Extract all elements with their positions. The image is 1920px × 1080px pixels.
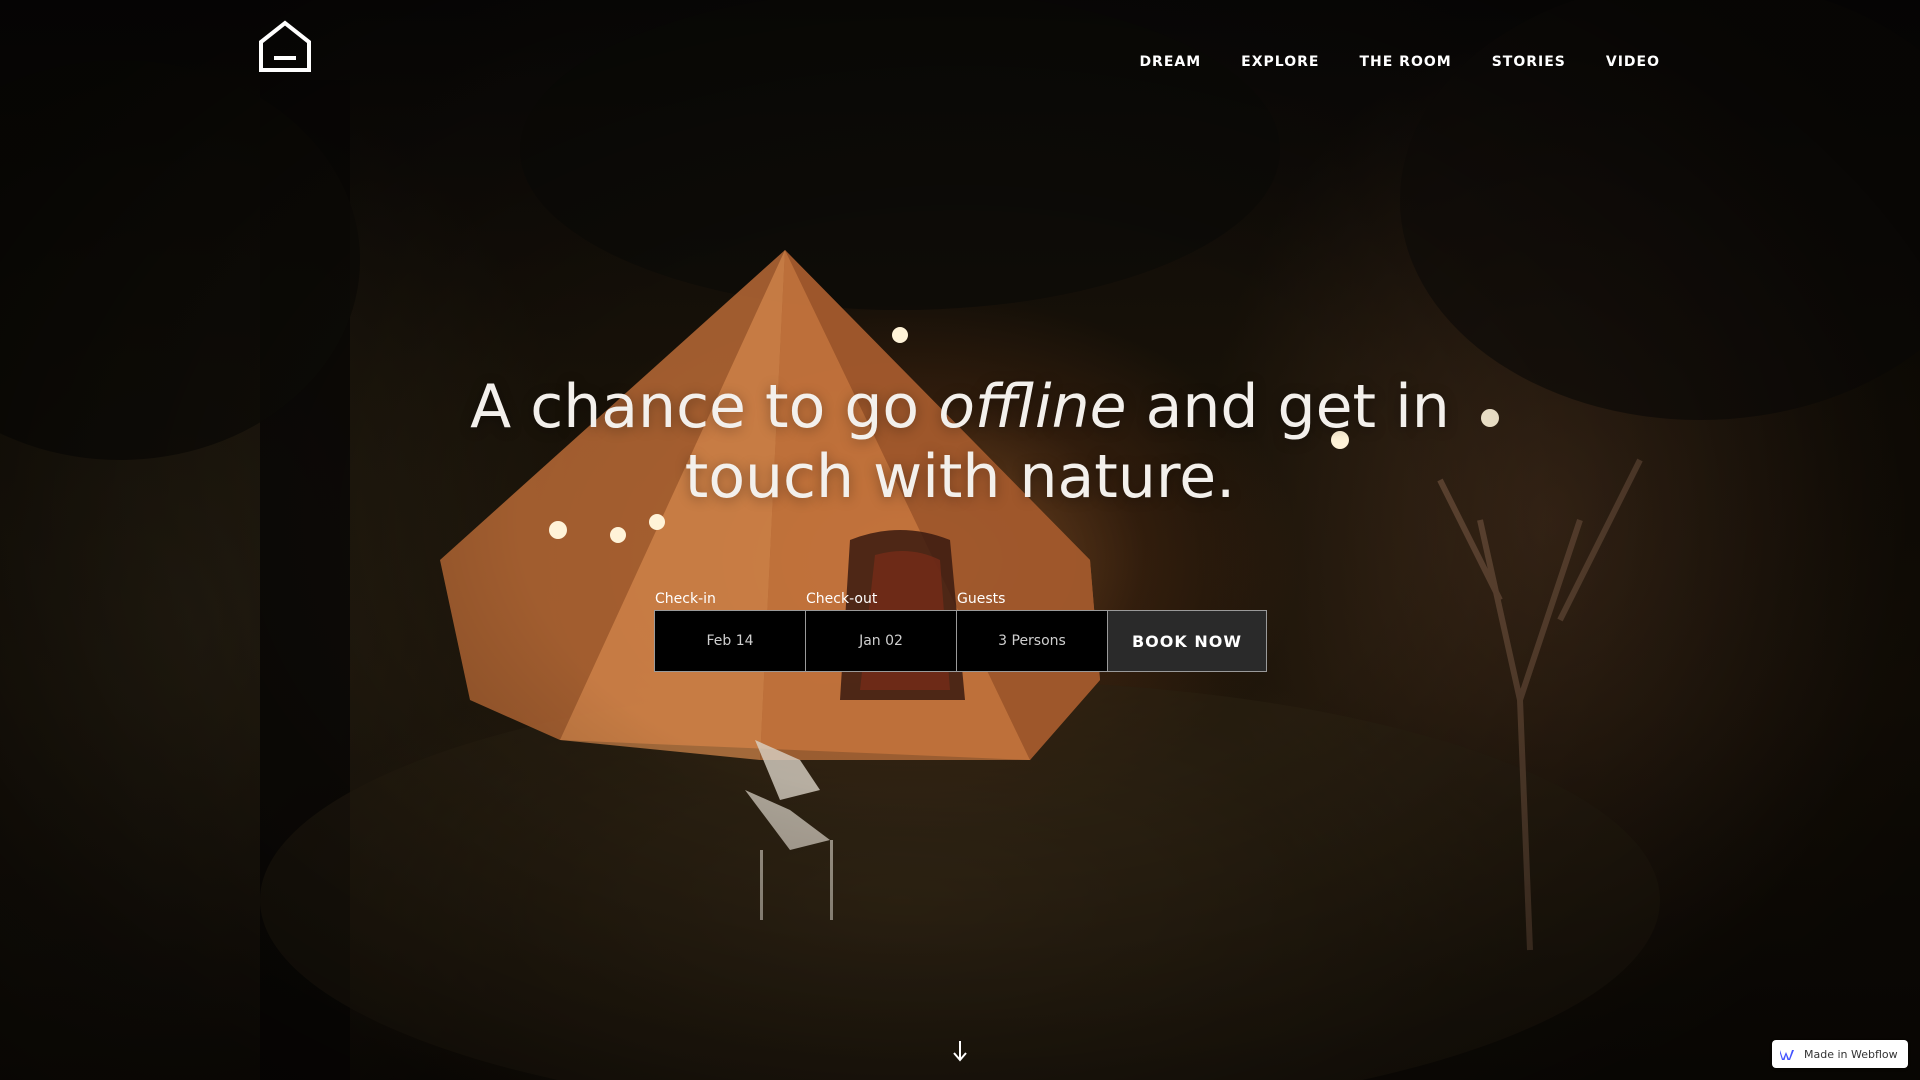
nav-link-video[interactable]: VIDEO: [1606, 54, 1660, 70]
nav-link-dream[interactable]: DREAM: [1139, 54, 1201, 70]
arrow-down-icon: [953, 1041, 967, 1062]
site-header: DREAM EXPLORE THE ROOM STORIES VIDEO: [0, 0, 1920, 100]
home-logo-link[interactable]: [258, 20, 312, 72]
book-now-button[interactable]: BOOK NOW: [1107, 610, 1267, 672]
booking-form: Check-in Feb 14 Check-out Jan 02 Guests …: [654, 588, 1267, 672]
made-in-webflow-badge[interactable]: Made in Webflow: [1772, 1040, 1908, 1068]
badge-label: Made in Webflow: [1804, 1047, 1898, 1061]
house-logo-icon: [259, 20, 311, 72]
guests-field-group: Guests 3 Persons: [956, 588, 1108, 672]
hero-headline-start: A chance to go: [470, 372, 939, 442]
checkin-label: Check-in: [655, 591, 716, 607]
nav-link-explore[interactable]: EXPLORE: [1241, 54, 1319, 70]
checkin-field-group: Check-in Feb 14: [654, 588, 806, 672]
nav-link-the-room[interactable]: THE ROOM: [1359, 54, 1451, 70]
guests-field[interactable]: 3 Persons: [956, 610, 1108, 672]
scroll-down-link[interactable]: [951, 1040, 969, 1062]
hero-headline: A chance to go offline and get in touch …: [460, 372, 1460, 512]
checkin-field[interactable]: Feb 14: [654, 610, 806, 672]
hero-background-image: [0, 0, 1920, 1080]
main-navigation: DREAM EXPLORE THE ROOM STORIES VIDEO: [1139, 54, 1660, 70]
nav-link-stories[interactable]: STORIES: [1492, 54, 1566, 70]
checkout-label: Check-out: [806, 591, 878, 607]
checkout-field[interactable]: Jan 02: [805, 610, 957, 672]
hero-headline-emphasis: offline: [938, 372, 1127, 442]
webflow-logo-icon: [1780, 1050, 1794, 1060]
guests-label: Guests: [957, 591, 1006, 607]
checkout-field-group: Check-out Jan 02: [805, 588, 957, 672]
